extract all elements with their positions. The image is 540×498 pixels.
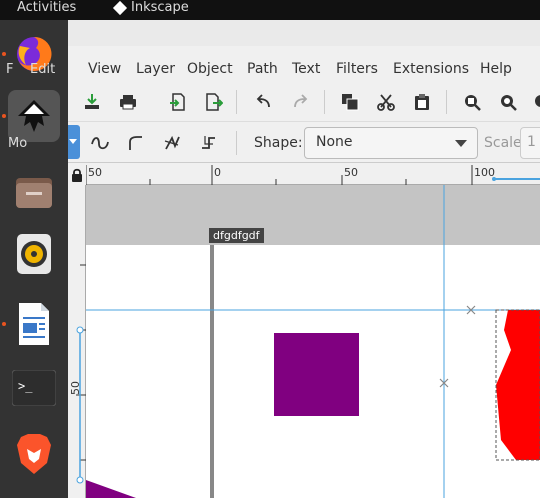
menu-layer[interactable]: Layer — [136, 61, 175, 77]
ruler-label: 50 — [344, 166, 358, 179]
chevron-down-icon — [69, 139, 77, 144]
zoom-selection-icon — [465, 95, 481, 111]
menu-filters[interactable]: Filters — [336, 61, 378, 77]
speaker-icon — [17, 234, 51, 274]
clipboard-icon — [415, 94, 429, 110]
svg-text:>_: >_ — [18, 379, 33, 393]
horizontal-ruler[interactable]: 50 0 50 100 — [86, 165, 540, 185]
bspline-path-icon — [129, 136, 142, 150]
print-icon — [120, 95, 136, 110]
undo-button[interactable] — [252, 90, 276, 114]
menu-bar: View Layer Object Path Text Filters Exte… — [68, 58, 540, 82]
ruler-ticks — [86, 165, 540, 185]
separator — [324, 90, 325, 114]
zoom-selection-button[interactable] — [460, 90, 484, 114]
separator — [236, 90, 237, 114]
menu-object[interactable]: Object — [187, 61, 233, 77]
spiro-mode-button[interactable] — [88, 131, 112, 155]
menu-path[interactable]: Path — [247, 61, 278, 77]
dock-terminal[interactable]: >_ — [8, 362, 60, 414]
spiro-path-icon — [91, 137, 109, 150]
inkscape-window: View Layer Object Path Text Filters Exte… — [68, 20, 540, 498]
folder-icon — [16, 178, 52, 208]
ruler-label: 0 — [214, 166, 221, 179]
menu-text[interactable]: Text — [292, 61, 320, 77]
purple-square — [274, 333, 359, 416]
overlay-fragment: Edit — [30, 62, 56, 77]
top-bar: Activities Inkscape — [0, 0, 540, 20]
zigzag-mode-button[interactable] — [160, 131, 184, 155]
shape-label: Shape: — [254, 135, 303, 151]
commands-toolbar — [68, 82, 540, 122]
running-indicator — [2, 52, 6, 56]
scissors-icon — [377, 94, 395, 111]
import-icon — [85, 94, 99, 109]
print-button[interactable] — [116, 90, 140, 114]
scale-input[interactable]: 1 — [520, 127, 540, 159]
document-import-icon — [170, 93, 185, 111]
dock-brave[interactable] — [8, 428, 60, 480]
separator — [446, 90, 447, 114]
dock-inkscape[interactable] — [8, 90, 60, 142]
document-icon — [19, 303, 49, 345]
running-indicator — [2, 114, 6, 118]
scale-value: 1 — [527, 134, 536, 150]
zoom-page-button[interactable] — [528, 90, 540, 114]
activities-button[interactable]: Activities — [17, 0, 76, 15]
drawing-canvas[interactable]: dfgdfgdf — [86, 185, 540, 498]
duplicate-button[interactable] — [338, 90, 362, 114]
ruler-label: 50 — [88, 166, 102, 179]
menu-view[interactable]: View — [88, 61, 121, 77]
ruler-ticks — [76, 264, 86, 484]
zigzag-path-icon — [164, 135, 180, 150]
open-import-button[interactable] — [166, 90, 190, 114]
tool-controls-bar: Shape: None Scale: 1 — [68, 123, 540, 163]
separator — [236, 131, 237, 155]
title-bar — [68, 20, 540, 46]
ruler-label: 100 — [474, 166, 495, 179]
guide-lock-button[interactable] — [68, 165, 86, 185]
zoom-page-icon — [535, 95, 540, 107]
purple-corner-shape — [86, 480, 136, 498]
duplicate-icon — [342, 94, 359, 111]
overlay-fragment: F — [6, 62, 14, 77]
export-button[interactable] — [202, 90, 226, 114]
shape-dropdown[interactable]: None — [304, 127, 478, 159]
menu-help[interactable]: Help — [480, 61, 512, 77]
chevron-down-icon — [455, 140, 467, 147]
ruler-label: 50 — [69, 381, 82, 395]
inkscape-icon — [18, 100, 50, 132]
paraxial-path-icon — [202, 136, 215, 149]
zoom-drawing-icon — [501, 95, 517, 111]
lock-icon — [72, 168, 82, 182]
active-mode-indicator[interactable] — [68, 125, 80, 159]
redo-button[interactable] — [288, 90, 312, 114]
brave-lion-icon — [17, 434, 51, 474]
dock-writer[interactable] — [8, 298, 60, 350]
paste-button[interactable] — [410, 90, 434, 114]
bspline-mode-button[interactable] — [124, 131, 148, 155]
inkscape-icon — [112, 0, 128, 15]
app-name: Inkscape — [131, 0, 189, 15]
dock-rhythmbox[interactable] — [8, 228, 60, 280]
overlay-fragment: Mo — [8, 136, 28, 151]
undo-icon — [256, 94, 270, 108]
cut-button[interactable] — [374, 90, 398, 114]
zoom-drawing-button[interactable] — [496, 90, 520, 114]
dock-files[interactable] — [8, 166, 60, 218]
menu-extensions[interactable]: Extensions — [393, 61, 469, 77]
paraxial-mode-button[interactable] — [196, 131, 220, 155]
vertical-ruler[interactable]: 50 — [68, 185, 86, 498]
terminal-icon: >_ — [12, 370, 56, 406]
document-export-icon — [206, 93, 223, 111]
red-shape — [496, 310, 540, 460]
dock: >_ F Edit Mo — [0, 20, 68, 498]
app-menu[interactable]: Inkscape — [112, 0, 189, 15]
running-indicator — [2, 322, 6, 326]
shape-dropdown-value: None — [316, 134, 353, 150]
redo-icon — [294, 94, 308, 108]
import-button[interactable] — [80, 90, 104, 114]
canvas-objects — [86, 185, 540, 498]
